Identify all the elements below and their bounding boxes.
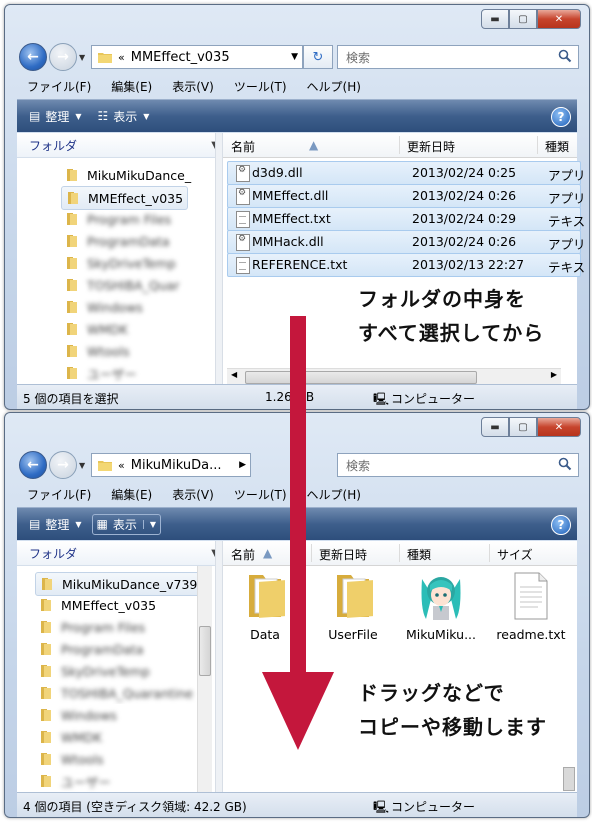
- annotation-line: ドラッグなどで: [358, 681, 505, 705]
- annotation-drag-copy: ドラッグなどで コピーや移動します: [358, 676, 547, 744]
- arrow-head: [262, 672, 334, 750]
- annotation-line: すべて選択してから: [358, 321, 545, 345]
- annotation-select-all: フォルダの中身を すべて選択してから: [358, 282, 544, 350]
- arrow-shaft: [290, 316, 306, 676]
- annotation-line: フォルダの中身を: [358, 287, 526, 311]
- annotation-line: コピーや移動します: [358, 715, 547, 739]
